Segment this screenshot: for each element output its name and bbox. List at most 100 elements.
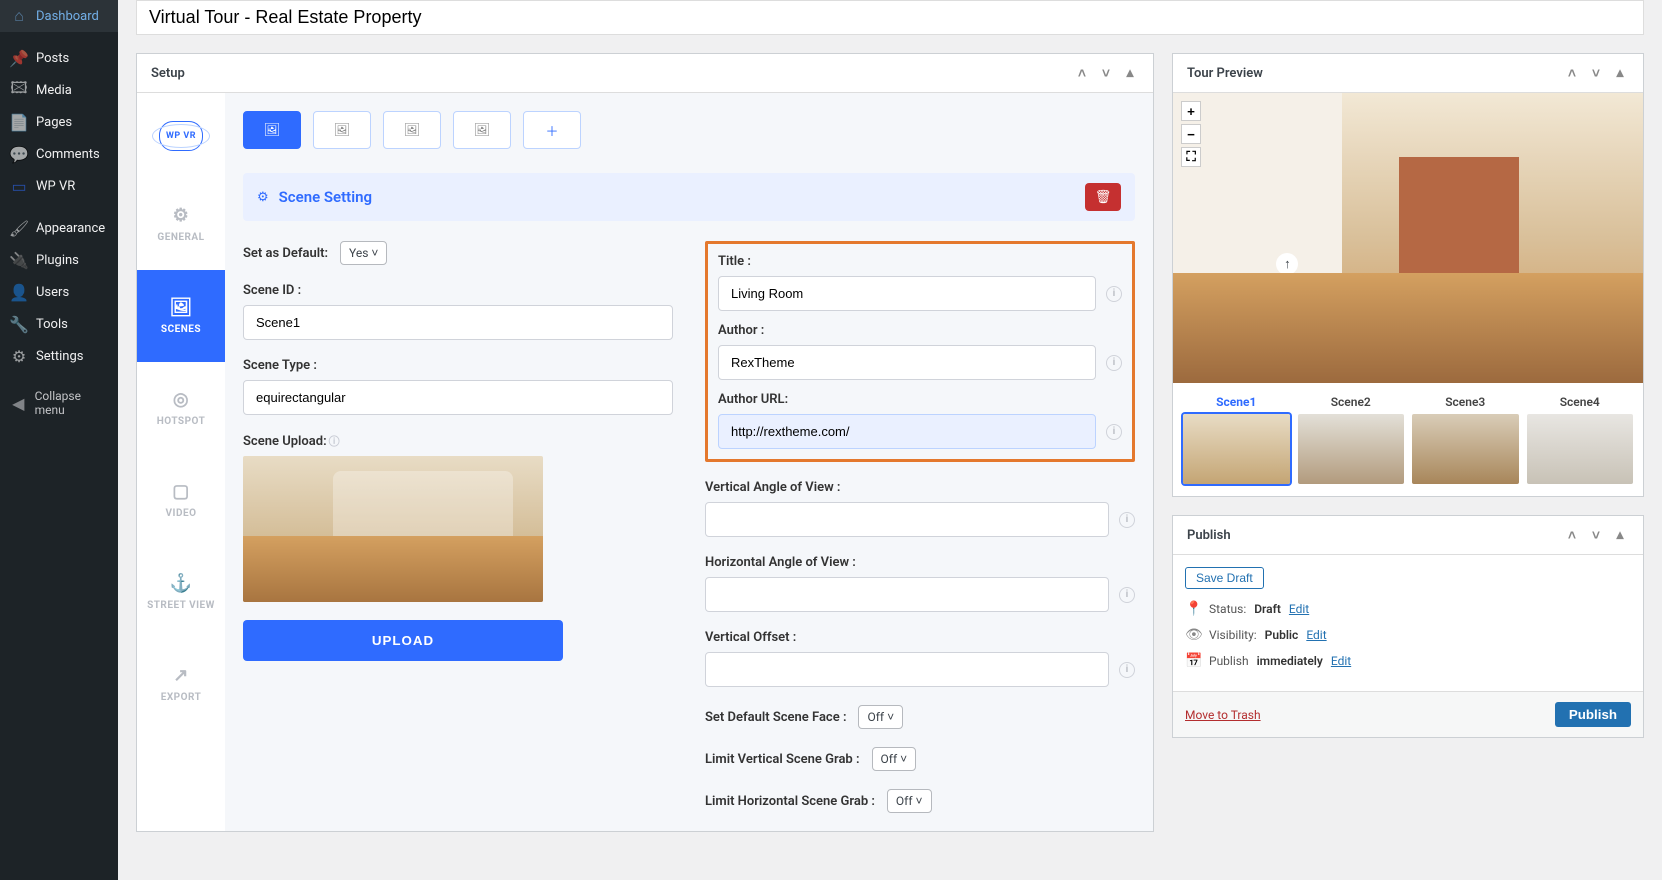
- tab-label: HOTSPOT: [157, 416, 206, 427]
- menu-label: WP VR: [36, 179, 75, 194]
- menu-users[interactable]: 👤Users: [0, 276, 118, 308]
- set-default-select[interactable]: Yes ˅: [340, 241, 387, 265]
- default-scene-face-select[interactable]: Off ˅: [858, 705, 903, 729]
- image-icon: 🖼: [334, 123, 351, 138]
- tab-label: STREET VIEW: [147, 600, 215, 611]
- tab-hotspot[interactable]: ◎HOTSPOT: [137, 362, 225, 454]
- save-draft-button[interactable]: Save Draft: [1185, 567, 1264, 589]
- author-input[interactable]: [718, 345, 1096, 380]
- scene-upload-preview: [243, 456, 543, 602]
- title-input[interactable]: [718, 276, 1096, 311]
- comments-icon: 💬: [10, 145, 28, 163]
- edit-publish-date-link[interactable]: Edit: [1331, 654, 1351, 668]
- menu-wpvr[interactable]: ▭ WP VR: [0, 170, 118, 202]
- author-url-input[interactable]: [718, 414, 1096, 449]
- publish-date-value: immediately: [1257, 654, 1323, 668]
- visibility-value: Public: [1265, 628, 1299, 642]
- scene-tab-2[interactable]: 🖼: [313, 111, 371, 149]
- tab-label: VIDEO: [166, 508, 197, 519]
- panel-up-icon[interactable]: ˄: [1073, 64, 1091, 82]
- panel-toggle-icon[interactable]: ▴: [1611, 526, 1629, 544]
- calendar-icon: 📅: [1185, 653, 1201, 669]
- haov-label: Horizontal Angle of View :: [705, 555, 1135, 570]
- setup-panel-title: Setup: [151, 66, 185, 81]
- gear-icon: ⚙: [173, 205, 190, 226]
- scene-tab-1[interactable]: 🖼: [243, 111, 301, 149]
- user-icon: 👤: [10, 283, 28, 301]
- menu-label: Settings: [36, 349, 83, 364]
- panel-toggle-icon[interactable]: ▴: [1611, 64, 1629, 82]
- tour-preview-viewport[interactable]: ↑ + − ⛶: [1173, 93, 1643, 383]
- help-icon[interactable]: i: [1119, 587, 1135, 603]
- pin-icon: 📌: [10, 49, 28, 67]
- delete-scene-button[interactable]: 🗑: [1085, 183, 1121, 211]
- panel-down-icon[interactable]: ˅: [1587, 64, 1605, 82]
- help-icon[interactable]: i: [1106, 355, 1122, 371]
- publish-button[interactable]: Publish: [1555, 702, 1631, 727]
- post-title-input[interactable]: [136, 0, 1644, 35]
- menu-appearance[interactable]: 🖌Appearance: [0, 212, 118, 244]
- media-icon: 🖾: [10, 81, 28, 99]
- menu-tools[interactable]: 🔧Tools: [0, 308, 118, 340]
- scene-id-input[interactable]: [243, 305, 673, 340]
- scene-tab-add[interactable]: ＋: [523, 111, 581, 149]
- collapse-menu[interactable]: ◀Collapse menu: [0, 382, 118, 424]
- author-label: Author :: [718, 323, 1122, 338]
- menu-media[interactable]: 🖾 Media: [0, 74, 118, 106]
- scene-tab-4[interactable]: 🖼: [453, 111, 511, 149]
- edit-visibility-link[interactable]: Edit: [1306, 628, 1326, 642]
- menu-dashboard[interactable]: ⌂Dashboard: [0, 0, 118, 32]
- menu-comments[interactable]: 💬Comments: [0, 138, 118, 170]
- scene-tab-3[interactable]: 🖼: [383, 111, 441, 149]
- voffset-input[interactable]: [705, 652, 1109, 687]
- menu-label: Media: [36, 83, 72, 98]
- fullscreen-button[interactable]: ⛶: [1181, 147, 1201, 167]
- menu-label: Tools: [36, 317, 68, 332]
- scene-thumb-1[interactable]: Scene1: [1183, 395, 1290, 484]
- limit-horizontal-label: Limit Horizontal Scene Grab :: [705, 794, 875, 809]
- tab-general[interactable]: ⚙GENERAL: [137, 178, 225, 270]
- limit-vertical-select[interactable]: Off ˅: [872, 747, 917, 771]
- move-to-trash-link[interactable]: Move to Trash: [1185, 708, 1261, 722]
- panel-toggle-icon[interactable]: ▴: [1121, 64, 1139, 82]
- panel-down-icon[interactable]: ˅: [1587, 526, 1605, 544]
- scene-thumb-3[interactable]: Scene3: [1412, 395, 1519, 484]
- help-icon[interactable]: i: [1119, 662, 1135, 678]
- wpvr-logo: WP VR: [137, 93, 225, 178]
- publish-title: Publish: [1187, 528, 1231, 543]
- menu-label: Posts: [36, 51, 69, 66]
- help-icon[interactable]: i: [1106, 286, 1122, 302]
- menu-posts[interactable]: 📌 Posts: [0, 42, 118, 74]
- visibility-label: Visibility:: [1209, 628, 1257, 642]
- collapse-label: Collapse menu: [35, 389, 108, 417]
- default-scene-face-label: Set Default Scene Face :: [705, 710, 846, 725]
- limit-horizontal-select[interactable]: Off ˅: [887, 789, 932, 813]
- menu-pages[interactable]: 📄Pages: [0, 106, 118, 138]
- panel-down-icon[interactable]: ˅: [1097, 64, 1115, 82]
- tab-streetview[interactable]: ⚓STREET VIEW: [137, 546, 225, 638]
- vaov-input[interactable]: [705, 502, 1109, 537]
- menu-label: Appearance: [36, 221, 105, 236]
- wpvr-icon: ▭: [10, 177, 28, 195]
- tab-export[interactable]: ↗EXPORT: [137, 638, 225, 730]
- help-icon[interactable]: i: [1119, 512, 1135, 528]
- set-default-label: Set as Default:: [243, 246, 328, 261]
- publish-date-label: Publish: [1209, 654, 1249, 668]
- zoom-out-button[interactable]: −: [1181, 124, 1201, 144]
- menu-plugins[interactable]: 🔌Plugins: [0, 244, 118, 276]
- tab-label: EXPORT: [161, 692, 202, 703]
- upload-button[interactable]: UPLOAD: [243, 620, 563, 661]
- tab-scenes[interactable]: 🖼SCENES: [137, 270, 225, 362]
- scene-type-input[interactable]: [243, 380, 673, 415]
- panel-up-icon[interactable]: ˄: [1563, 526, 1581, 544]
- help-icon[interactable]: i: [1106, 424, 1122, 440]
- scene-thumb-2[interactable]: Scene2: [1298, 395, 1405, 484]
- haov-input[interactable]: [705, 577, 1109, 612]
- panel-up-icon[interactable]: ˄: [1563, 64, 1581, 82]
- edit-status-link[interactable]: Edit: [1289, 602, 1309, 616]
- tab-video[interactable]: ▢VIDEO: [137, 454, 225, 546]
- hotspot-arrow-icon[interactable]: ↑: [1276, 253, 1298, 275]
- menu-settings[interactable]: ⚙Settings: [0, 340, 118, 372]
- zoom-in-button[interactable]: +: [1181, 101, 1201, 121]
- scene-thumb-4[interactable]: Scene4: [1527, 395, 1634, 484]
